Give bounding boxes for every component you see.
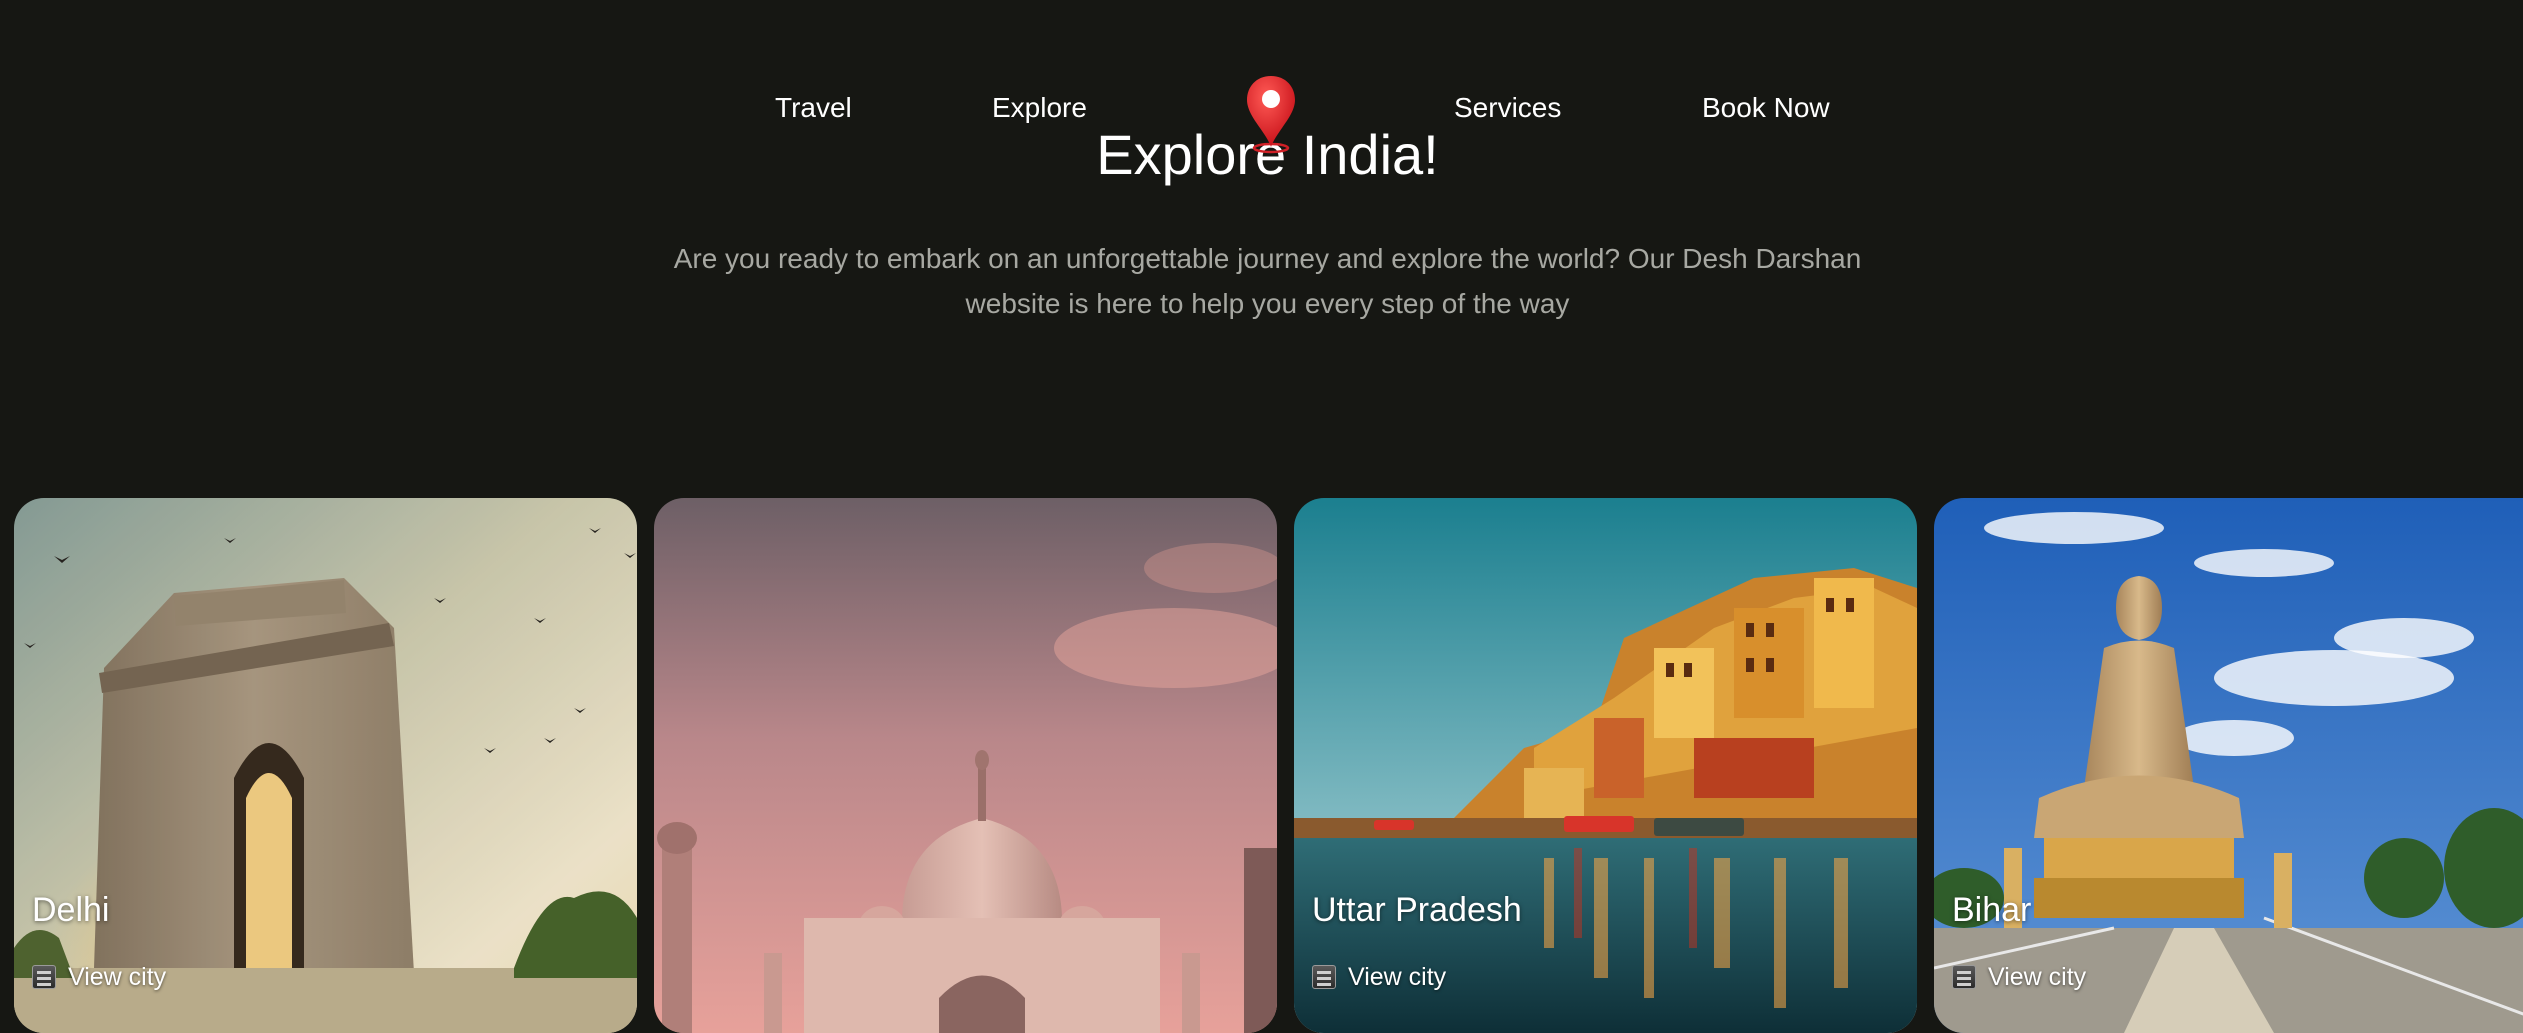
hero-description: Are you ready to embark on an unforgetta… — [673, 243, 1862, 319]
destination-card-bihar[interactable]: Bihar View city — [1934, 498, 2523, 1033]
card-title: Delhi — [32, 891, 110, 929]
view-city-label: View city — [1988, 962, 2087, 991]
delhi-india-gate-image — [14, 498, 637, 1033]
page: Travel Explore Services Book Now Explore… — [0, 0, 2523, 1033]
view-city-link[interactable]: View city — [1952, 960, 2086, 994]
card-title: Bihar — [1952, 891, 2032, 929]
bodh-gaya-buddha-image — [1934, 498, 2523, 1033]
view-city-link[interactable]: View city — [1312, 960, 1446, 994]
destination-card-delhi[interactable]: Delhi View city — [14, 498, 637, 1033]
map-pin-logo-icon[interactable] — [1244, 74, 1298, 154]
varanasi-ghats-image — [1294, 498, 1917, 1033]
city-icon — [32, 965, 56, 989]
city-icon — [1952, 965, 1976, 989]
taj-mahal-image — [654, 498, 1277, 1033]
view-city-link[interactable]: View city — [32, 960, 166, 994]
city-icon — [1312, 965, 1336, 989]
destination-cards: Delhi View city Uttar Pradesh View city … — [0, 498, 2523, 1033]
card-title: Uttar Pradesh — [1312, 891, 1522, 929]
destination-card-taj-mahal[interactable] — [654, 498, 1277, 1033]
view-city-label: View city — [68, 962, 167, 991]
view-city-label: View city — [1348, 962, 1447, 991]
destination-card-uttar-pradesh[interactable]: Uttar Pradesh View city — [1294, 498, 1917, 1033]
